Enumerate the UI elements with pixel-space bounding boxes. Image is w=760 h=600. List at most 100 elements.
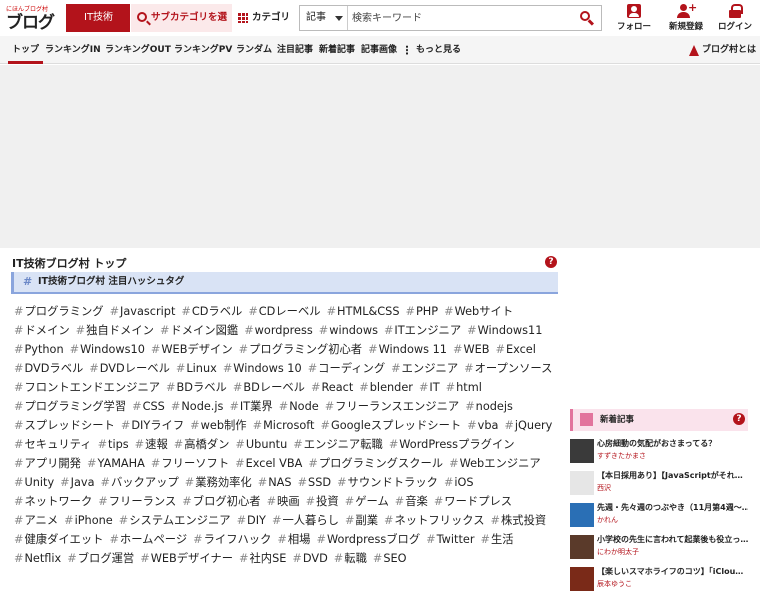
hashtag-link[interactable]: #転職 (334, 549, 367, 568)
hashtag-link[interactable]: #Twitter (426, 530, 474, 549)
hashtag-link[interactable]: #副業 (345, 511, 378, 530)
hashtag-link[interactable]: #WEBデザイン (151, 340, 233, 359)
hashtag-link[interactable]: #iPhone (64, 511, 113, 530)
hashtag-link[interactable]: #プログラミング初心者 (239, 340, 362, 359)
nav-item-ranking-in[interactable]: ランキングIN (45, 36, 101, 64)
nav-item-top[interactable]: トップ (8, 36, 44, 64)
hashtag-link[interactable]: #Excel (496, 340, 536, 359)
help-icon[interactable]: ? (545, 256, 557, 268)
hashtag-link[interactable]: #ネットフリックス (384, 511, 485, 530)
hashtag-link[interactable]: #IT業界 (229, 397, 272, 416)
hashtag-link[interactable]: #DIY (237, 511, 266, 530)
hashtag-link[interactable]: #CDラベル (181, 302, 242, 321)
help-icon[interactable]: ? (733, 413, 745, 425)
hashtag-link[interactable]: #Netflix (14, 549, 61, 568)
hashtag-link[interactable]: #NAS (258, 473, 292, 492)
article-title[interactable]: 心房細動の気配がおさまってる？ (597, 438, 748, 449)
hashtag-link[interactable]: #Python (14, 340, 64, 359)
hashtag-link[interactable]: #DVDレーベル (89, 359, 170, 378)
article-author[interactable]: かれん (597, 515, 618, 525)
article-author[interactable]: すずきたかまさ (597, 451, 646, 461)
hashtag-link[interactable]: #健康ダイエット (14, 530, 103, 549)
register-button[interactable]: 新規登録 (664, 1, 708, 34)
hashtag-link[interactable]: #Webエンジニア (449, 454, 541, 473)
hashtag-link[interactable]: #ITエンジニア (384, 321, 461, 340)
hashtag-link[interactable]: #速報 (135, 435, 168, 454)
nav-item-random[interactable]: ランダム (236, 36, 272, 64)
hashtag-link[interactable]: #BDレーベル (233, 378, 305, 397)
nav-item-new-articles[interactable]: 新着記事 (319, 36, 355, 64)
hashtag-link[interactable]: #SEO (373, 549, 407, 568)
article-thumbnail[interactable] (570, 503, 594, 527)
nav-item-ranking-out[interactable]: ランキングOUT (105, 36, 171, 64)
hashtag-link[interactable]: #ゲーム (345, 492, 389, 511)
hashtag-link[interactable]: #エンジニア (391, 359, 458, 378)
hashtag-link[interactable]: #業務効率化 (185, 473, 252, 492)
hashtag-link[interactable]: #blender (359, 378, 413, 397)
nav-item-featured[interactable]: 注目記事 (277, 36, 313, 64)
hashtag-link[interactable]: #株式投資 (491, 511, 547, 530)
nav-item-more[interactable]: もっと見る (406, 36, 461, 64)
hashtag-link[interactable]: #プログラミングスクール (308, 454, 443, 473)
category-button[interactable]: IT技術 (66, 4, 130, 32)
hashtag-link[interactable]: #tips (98, 435, 129, 454)
hashtag-link[interactable]: #windows (319, 321, 378, 340)
hashtag-link[interactable]: #ホームページ (109, 530, 187, 549)
hashtag-link[interactable]: #SSD (298, 473, 332, 492)
new-article-item[interactable]: 小学校の先生に言われて起業後も役立っ… にわか明太子 (570, 533, 748, 564)
hashtag-link[interactable]: #Webサイト (444, 302, 513, 321)
hashtag-link[interactable]: #Excel VBA (235, 454, 302, 473)
hashtag-link[interactable]: #IT (419, 378, 440, 397)
hashtag-link[interactable]: #ワードプレス (434, 492, 512, 511)
hashtag-link[interactable]: #ドメイン図鑑 (160, 321, 238, 340)
hashtag-link[interactable]: #Wordpressブログ (316, 530, 420, 549)
hashtag-link[interactable]: #ブログ初心者 (182, 492, 260, 511)
hashtag-link[interactable]: #Windows11 (467, 321, 542, 340)
hashtag-link[interactable]: #BDラベル (166, 378, 227, 397)
article-author[interactable]: 辰本ゆうこ (597, 579, 632, 589)
new-article-item[interactable]: 先週・先々週のつぶやき（11月第4週～… かれん (570, 501, 748, 532)
hashtag-link[interactable]: #Node.js (171, 397, 224, 416)
hashtag-link[interactable]: #Windows 11 (368, 340, 447, 359)
article-title[interactable]: 小学校の先生に言われて起業後も役立っ… (597, 534, 748, 545)
category-menu[interactable]: カテゴリ (238, 4, 298, 32)
hashtag-link[interactable]: #wordpress (244, 321, 313, 340)
hashtag-link[interactable]: #WordPressプラグイン (389, 435, 515, 454)
hashtag-link[interactable]: #コーディング (308, 359, 385, 378)
hashtag-link[interactable]: #フリーランスエンジニア (325, 397, 460, 416)
hashtag-link[interactable]: #DVD (292, 549, 327, 568)
hashtag-link[interactable]: #フリーソフト (151, 454, 229, 473)
hashtag-link[interactable]: #Java (60, 473, 94, 492)
article-thumbnail[interactable] (570, 567, 594, 591)
hashtag-link[interactable]: #一人暮らし (272, 511, 339, 530)
hashtag-link[interactable]: #CDレーベル (248, 302, 320, 321)
article-thumbnail[interactable] (570, 535, 594, 559)
article-thumbnail[interactable] (570, 471, 594, 495)
hashtag-link[interactable]: #高橋ダン (174, 435, 230, 454)
hashtag-link[interactable]: #ブログ運営 (67, 549, 134, 568)
hashtag-link[interactable]: #PHP (406, 302, 439, 321)
hashtag-link[interactable]: #Googleスプレッドシート (320, 416, 461, 435)
hashtag-link[interactable]: #セキュリティ (14, 435, 92, 454)
hashtag-link[interactable]: #システムエンジニア (119, 511, 231, 530)
hashtag-link[interactable]: #iOS (444, 473, 474, 492)
hashtag-link[interactable]: #アニメ (14, 511, 58, 530)
login-button[interactable]: ログイン (714, 4, 756, 34)
hashtag-link[interactable]: #Windows10 (70, 340, 145, 359)
hashtag-link[interactable]: #ライフハック (193, 530, 271, 549)
hashtag-link[interactable]: #vba (467, 416, 498, 435)
search-type-select[interactable]: 記事 (300, 6, 348, 30)
article-thumbnail[interactable] (570, 439, 594, 463)
hashtag-link[interactable]: #DVDラベル (14, 359, 83, 378)
hashtag-link[interactable]: #Windows 10 (223, 359, 302, 378)
hashtag-link[interactable]: #WEB (453, 340, 490, 359)
nav-item-ranking-pv[interactable]: ランキングPV (174, 36, 232, 64)
hashtag-link[interactable]: #オープンソース (464, 359, 552, 378)
hashtag-link[interactable]: #エンジニア転職 (293, 435, 383, 454)
hashtag-link[interactable]: #Node (279, 397, 319, 416)
hashtag-link[interactable]: #映画 (267, 492, 300, 511)
hashtag-link[interactable]: #DIYライフ (121, 416, 184, 435)
new-article-item[interactable]: 【楽しいスマホライフのコツ】「iClou… 辰本ゆうこ (570, 565, 748, 596)
hashtag-link[interactable]: #html (446, 378, 482, 397)
article-title[interactable]: 【本日採用あり】【JavaScriptがそれ… (597, 470, 748, 481)
